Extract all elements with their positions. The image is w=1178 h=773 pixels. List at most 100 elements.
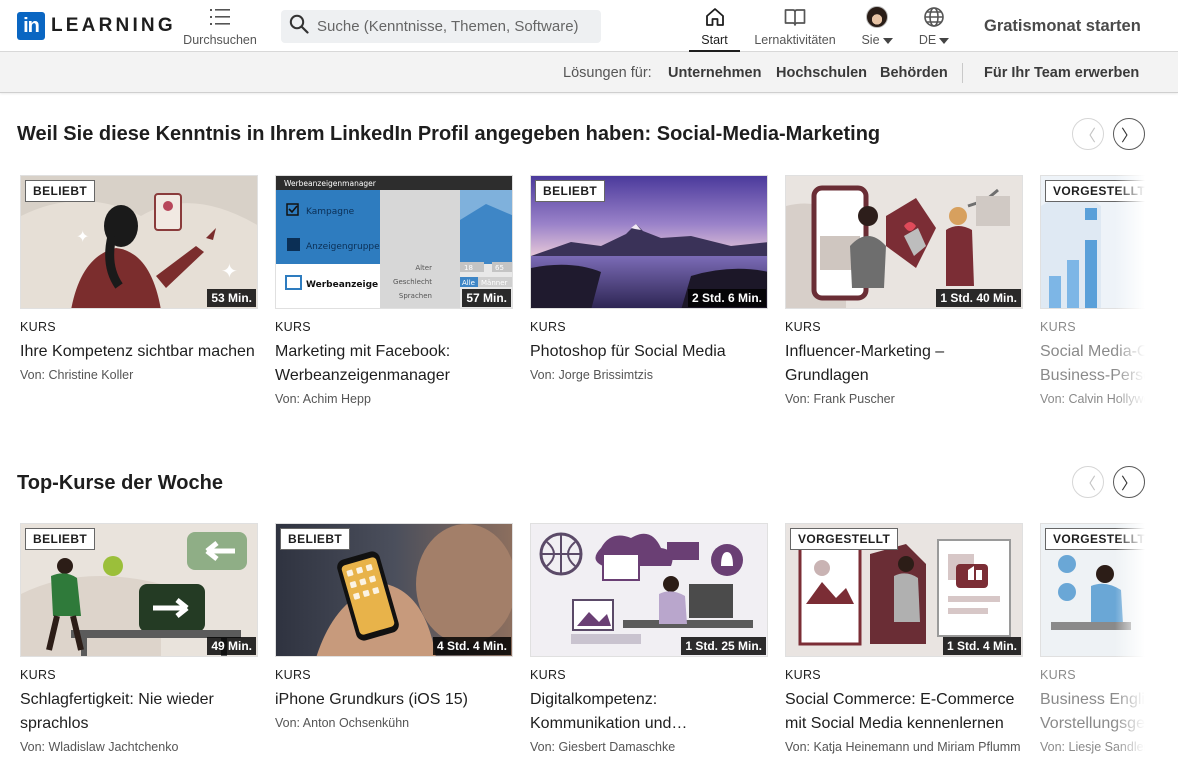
popular-badge: BELIEBT: [535, 180, 606, 202]
linkedin-logo-icon: in: [17, 12, 45, 40]
course-thumbnail[interactable]: VORGESTELLT: [1040, 175, 1145, 309]
course-card[interactable]: VORGESTELLT KURS Social Media-Content fü…: [1040, 175, 1145, 406]
course-carousel: BELIEBT 49 Min. KURS Schlagfertigkeit: N…: [20, 523, 1145, 773]
course-card[interactable]: Werbeanzeigenmanager Kampagne Anzeigengr…: [275, 175, 513, 406]
course-title[interactable]: Social Commerce: E-Commerce mit Social M…: [785, 688, 1023, 736]
nav-learning-activities[interactable]: Lernaktivitäten: [752, 6, 838, 47]
solutions-bar: Lösungen für: Unternehmen Hochschulen Be…: [0, 52, 1178, 93]
linkedin-learning-logo[interactable]: in LEARNING: [17, 12, 176, 40]
course-thumbnail[interactable]: BELIEBT 49 Min.: [20, 523, 258, 657]
course-thumbnail[interactable]: BELIEBT 4 Std. 4 Min.: [275, 523, 513, 657]
nav-me-label: Sie: [861, 33, 880, 47]
solutions-link-higher-education[interactable]: Hochschulen: [776, 65, 867, 81]
course-title[interactable]: Social Media-Content für Business-Person…: [1040, 340, 1145, 388]
thumb-item-campaign: Kampagne: [306, 207, 355, 217]
language-selector[interactable]: DE: [914, 6, 954, 47]
course-card[interactable]: BELIEBT 2 Std. 6 Min. KURS Photoshop für…: [530, 175, 768, 382]
section-title: Weil Sie diese Kenntnis in Ihrem LinkedI…: [17, 123, 881, 145]
course-carousel: ✦ ✦ BELIEBT 53 Min. KURS Ihre Kompetenz …: [20, 175, 1145, 425]
thumb-filter-gender: Geschlecht: [393, 278, 432, 286]
solutions-link-business[interactable]: Unternehmen: [668, 65, 761, 81]
course-title[interactable]: Schlagfertigkeit: Nie wieder sprachlos: [20, 688, 258, 736]
popular-badge: BELIEBT: [25, 180, 96, 202]
course-thumbnail[interactable]: 1 Std. 25 Min.: [530, 523, 768, 657]
course-card[interactable]: BELIEBT 4 Std. 4 Min. KURS iPhone Grundk…: [275, 523, 513, 730]
course-thumbnail[interactable]: BELIEBT 2 Std. 6 Min.: [530, 175, 768, 309]
carousel-prev-button[interactable]: 〈: [1072, 466, 1104, 498]
logo-wordmark: LEARNING: [51, 15, 176, 36]
course-title[interactable]: iPhone Grundkurs (iOS 15): [275, 688, 513, 712]
thumb-item-adset: Anzeigengruppe: [306, 242, 380, 252]
course-card[interactable]: BELIEBT 49 Min. KURS Schlagfertigkeit: N…: [20, 523, 258, 754]
content-type-label: KURS: [785, 668, 821, 682]
caret-down-icon: [882, 37, 893, 44]
course-thumbnail[interactable]: ✦ ✦ BELIEBT 53 Min.: [20, 175, 258, 309]
top-navigation-bar: in LEARNING Durchsuchen Start Lernaktivi…: [0, 0, 1178, 52]
thumb-value-min-age: 18: [464, 264, 473, 272]
popular-badge: BELIEBT: [25, 528, 96, 550]
thumb-item-ad: Werbeanzeige: [306, 280, 378, 290]
browse-button[interactable]: Durchsuchen: [182, 6, 258, 47]
start-trial-button[interactable]: Gratismonat starten: [984, 17, 1141, 36]
content-type-label: KURS: [275, 320, 311, 334]
globe-icon: [923, 6, 945, 28]
course-author: Von: Jorge Brissimtzis: [530, 368, 653, 382]
course-title[interactable]: Ihre Kompetenz sichtbar machen: [20, 340, 258, 364]
course-card[interactable]: ✦ ✦ BELIEBT 53 Min. KURS Ihre Kompetenz …: [20, 175, 258, 382]
course-title[interactable]: Influencer-Marketing – Grundlagen: [785, 340, 1023, 388]
content-type-label: KURS: [1040, 320, 1076, 334]
buy-for-team-link[interactable]: Für Ihr Team erwerben: [984, 65, 1139, 81]
list-icon: [210, 6, 230, 28]
course-title[interactable]: Digitalkompetenz: Kommunikation und…: [530, 688, 768, 736]
svg-text:✦: ✦: [76, 227, 89, 246]
avatar: [866, 6, 888, 28]
course-title[interactable]: Business English: Vorstellungsgespräche: [1040, 688, 1145, 736]
search-box[interactable]: [281, 10, 601, 43]
thumb-filter-language: Sprachen: [399, 292, 432, 300]
content-type-label: KURS: [20, 320, 56, 334]
home-icon: [704, 6, 726, 28]
nav-start-label: Start: [701, 33, 728, 47]
thumb-menu-title: Werbeanzeigenmanager: [284, 179, 377, 188]
duration-label: 53 Min.: [207, 289, 256, 307]
course-card[interactable]: 1 Std. 25 Min. KURS Digitalkompetenz: Ko…: [530, 523, 768, 754]
featured-badge: VORGESTELLT: [1045, 180, 1145, 202]
course-thumbnail[interactable]: VORGESTELLT 1 Std. 4 Min.: [785, 523, 1023, 657]
content-type-label: KURS: [530, 668, 566, 682]
course-thumbnail[interactable]: 1 Std. 40 Min.: [785, 175, 1023, 309]
course-thumbnail[interactable]: VORGESTELLT: [1040, 523, 1145, 657]
course-card[interactable]: 1 Std. 40 Min. KURS Influencer-Marketing…: [785, 175, 1023, 406]
carousel-prev-button[interactable]: 〈: [1072, 118, 1104, 150]
carousel-next-button[interactable]: 〉: [1113, 466, 1145, 498]
course-card[interactable]: VORGESTELLT KURS Business English: Vorst…: [1040, 523, 1145, 754]
duration-label: 1 Std. 25 Min.: [681, 637, 766, 655]
thumb-filter-age: Alter: [415, 264, 432, 272]
duration-label: 57 Min.: [462, 289, 511, 307]
solutions-link-government[interactable]: Behörden: [880, 65, 948, 81]
search-input[interactable]: [317, 18, 587, 35]
course-author: Von: Frank Puscher: [785, 392, 895, 406]
course-author: Von: Christine Koller: [20, 368, 134, 382]
duration-label: 49 Min.: [207, 637, 256, 655]
content-type-label: KURS: [530, 320, 566, 334]
course-author: Von: Anton Ochsenkühn: [275, 716, 410, 730]
content-type-label: KURS: [20, 668, 56, 682]
content-type-label: KURS: [1040, 668, 1076, 682]
course-card[interactable]: VORGESTELLT 1 Std. 4 Min. KURS Social Co…: [785, 523, 1023, 754]
course-title[interactable]: Photoshop für Social Media: [530, 340, 768, 364]
solutions-label: Lösungen für:: [563, 65, 652, 81]
course-title[interactable]: Marketing mit Facebook: Werbeanzeigenman…: [275, 340, 513, 388]
duration-label: 2 Std. 6 Min.: [687, 289, 766, 307]
course-author: Von: Liesje Sandler: [1040, 740, 1145, 754]
nav-learning-label: Lernaktivitäten: [754, 33, 836, 47]
featured-badge: VORGESTELLT: [1045, 528, 1145, 550]
divider: [962, 63, 963, 83]
nav-start[interactable]: Start: [689, 6, 740, 52]
course-thumbnail[interactable]: Werbeanzeigenmanager Kampagne Anzeigengr…: [275, 175, 513, 309]
duration-label: 1 Std. 40 Min.: [936, 289, 1021, 307]
book-icon: [784, 6, 806, 28]
thumb-value-men: Männer: [481, 279, 508, 287]
nav-me-menu[interactable]: Sie: [857, 6, 897, 47]
course-author: Von: Calvin Hollywood: [1040, 392, 1145, 406]
carousel-next-button[interactable]: 〉: [1113, 118, 1145, 150]
